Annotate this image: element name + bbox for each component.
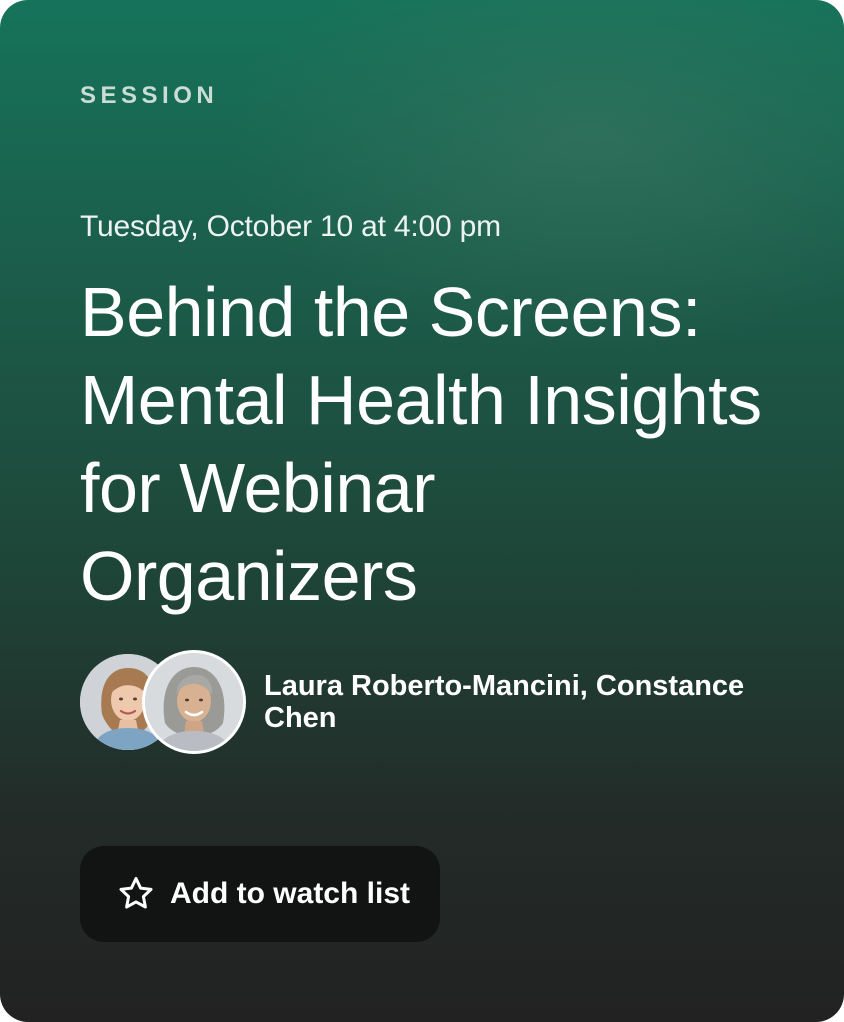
add-to-watch-list-button[interactable]: Add to watch list bbox=[80, 846, 440, 942]
session-datetime: Tuesday, October 10 at 4:00 pm bbox=[80, 210, 501, 243]
watch-button-label: Add to watch list bbox=[170, 877, 410, 910]
avatar-woman-gray-hair-icon bbox=[145, 653, 243, 751]
speakers-row: Laura Roberto-Mancini, Constance Chen bbox=[80, 650, 784, 754]
avatar bbox=[142, 650, 246, 754]
star-outline-icon bbox=[116, 874, 156, 914]
speaker-names: Laura Roberto-Mancini, Constance Chen bbox=[264, 670, 745, 734]
session-title: Behind the Screens: Mental Health Insigh… bbox=[80, 273, 762, 615]
session-card: SESSION Tuesday, October 10 at 4:00 pm B… bbox=[0, 0, 844, 1022]
speaker-avatars bbox=[80, 650, 246, 754]
session-label: SESSION bbox=[80, 82, 219, 109]
